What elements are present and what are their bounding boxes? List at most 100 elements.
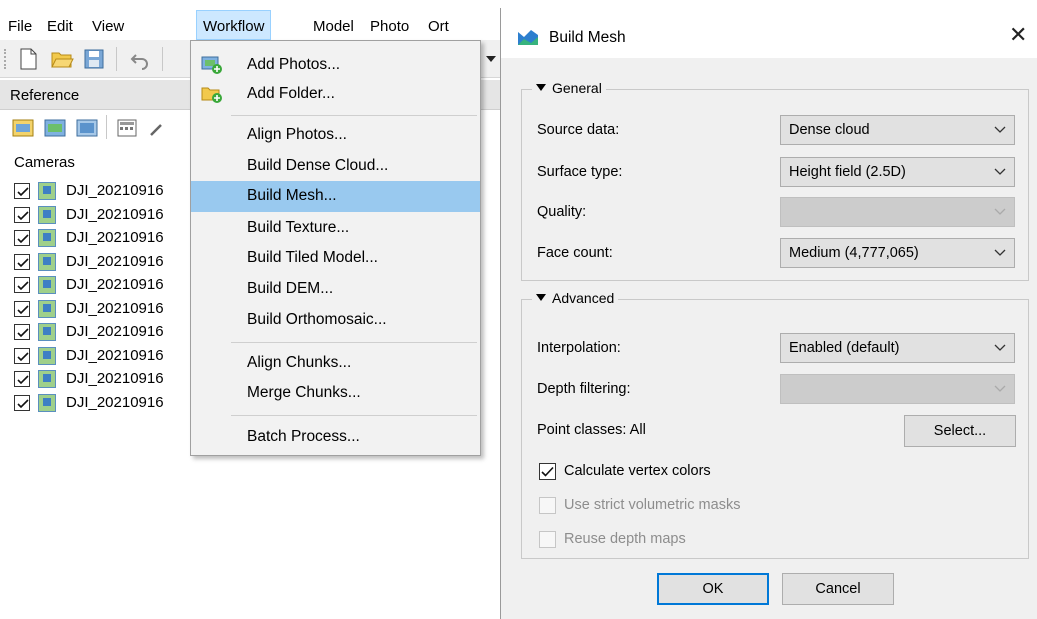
menu-item-label: Build Orthomosaic... <box>247 311 387 328</box>
menu-separator <box>231 415 477 416</box>
menu-item-add-folder[interactable]: Add Folder... <box>191 79 480 110</box>
menu-view[interactable]: View <box>92 18 124 35</box>
menu-item-merge-chunks[interactable]: Merge Chunks... <box>191 378 480 409</box>
camera-name: DJI_20210916 <box>66 393 164 411</box>
menu-item-align-photos[interactable]: Align Photos... <box>191 120 480 151</box>
advanced-group: Advanced Interpolation: Enabled (default… <box>521 290 1029 559</box>
dialog-title: Build Mesh <box>549 29 626 46</box>
camera-row[interactable]: DJI_20210916 <box>14 251 214 275</box>
camera-row[interactable]: DJI_20210916 <box>14 227 214 251</box>
close-icon[interactable]: ✕ <box>1009 22 1027 48</box>
camera-row[interactable]: DJI_20210916 <box>14 298 214 322</box>
menu-ortho[interactable]: Ort <box>428 18 449 35</box>
open-folder-icon[interactable] <box>50 47 74 71</box>
calculator-icon[interactable] <box>116 118 138 138</box>
menu-item-build-orthomosaic[interactable]: Build Orthomosaic... <box>191 305 480 336</box>
collapse-triangle-icon <box>536 294 546 301</box>
camera-row[interactable]: DJI_20210916 <box>14 274 214 298</box>
face-count-label: Face count: <box>537 245 613 261</box>
export-reference-icon[interactable] <box>44 118 66 138</box>
camera-checkbox[interactable] <box>14 230 30 246</box>
interpolation-value: Enabled (default) <box>789 340 900 356</box>
toolbar-grip[interactable] <box>4 49 7 69</box>
convert-reference-icon[interactable] <box>76 118 98 138</box>
camera-checkbox[interactable] <box>14 206 30 223</box>
menu-item-label: Align Photos... <box>247 126 347 143</box>
cancel-button[interactable]: Cancel <box>782 573 894 605</box>
reuse-depth-maps-checkbox[interactable] <box>539 531 556 548</box>
dialog-titlebar[interactable]: Build Mesh ✕ <box>501 8 1037 58</box>
ok-button[interactable]: OK <box>657 573 769 605</box>
advanced-group-legend[interactable]: Advanced <box>532 290 619 306</box>
camera-checkbox[interactable] <box>14 371 30 387</box>
source-data-select[interactable]: Dense cloud <box>780 115 1015 145</box>
menu-item-build-dense-cloud[interactable]: Build Dense Cloud... <box>191 151 480 182</box>
new-document-icon[interactable] <box>16 47 40 71</box>
camera-checkbox[interactable] <box>14 394 30 411</box>
menu-separator <box>231 115 477 116</box>
interpolation-select[interactable]: Enabled (default) <box>780 333 1015 363</box>
menu-photo[interactable]: Photo <box>370 18 409 35</box>
tools-icon[interactable] <box>148 118 170 138</box>
select-button[interactable]: Select... <box>904 415 1016 447</box>
strict-masks-checkbox[interactable] <box>539 497 556 514</box>
camera-row[interactable]: DJI_20210916 <box>14 180 214 204</box>
menu-item-build-texture[interactable]: Build Texture... <box>191 213 480 244</box>
camera-row[interactable]: DJI_20210916 <box>14 345 214 369</box>
chevron-down-icon <box>994 208 1006 215</box>
menu-item-label: Add Photos... <box>247 56 341 73</box>
menu-item-label: Build Texture... <box>247 219 350 236</box>
camera-row[interactable]: DJI_20210916 <box>14 392 214 416</box>
collapse-triangle-icon <box>536 84 546 91</box>
camera-checkbox[interactable] <box>14 324 30 340</box>
camera-row[interactable]: DJI_20210916 <box>14 368 214 392</box>
calc-vertex-colors-checkbox[interactable] <box>539 463 556 480</box>
menu-separator <box>231 342 477 343</box>
surface-type-select[interactable]: Height field (2.5D) <box>780 157 1015 187</box>
reuse-depth-maps-label: Reuse depth maps <box>564 531 686 547</box>
toolbar-dropdown-arrow-icon[interactable] <box>484 52 498 66</box>
camera-checkbox[interactable] <box>14 253 30 270</box>
camera-checkbox[interactable] <box>14 277 30 293</box>
photo-icon <box>38 370 56 388</box>
photo-icon <box>38 229 56 247</box>
photo-icon <box>38 205 56 224</box>
camera-row[interactable]: DJI_20210916 <box>14 204 214 228</box>
surface-type-value: Height field (2.5D) <box>789 164 906 180</box>
menu-edit[interactable]: Edit <box>47 18 73 35</box>
camera-list: DJI_20210916 DJI_20210916 DJI_20210916 D… <box>14 180 214 415</box>
undo-icon[interactable] <box>128 47 152 71</box>
chevron-down-icon <box>994 385 1006 392</box>
import-reference-icon[interactable] <box>12 118 34 138</box>
menu-item-batch-process[interactable]: Batch Process... <box>191 422 480 453</box>
camera-name: DJI_20210916 <box>66 299 164 317</box>
depth-filtering-label: Depth filtering: <box>537 381 631 397</box>
menu-item-build-tiled-model[interactable]: Build Tiled Model... <box>191 243 480 274</box>
save-icon[interactable] <box>82 47 106 71</box>
menu-item-align-chunks[interactable]: Align Chunks... <box>191 348 480 379</box>
quality-select[interactable] <box>780 197 1015 227</box>
camera-name: DJI_20210916 <box>66 276 164 293</box>
camera-name: DJI_20210916 <box>66 182 164 199</box>
camera-row[interactable]: DJI_20210916 <box>14 321 214 345</box>
workflow-menu: Add Photos... Add Folder... Align Photos… <box>190 40 481 456</box>
camera-checkbox[interactable] <box>14 347 30 364</box>
menu-item-label: Build Mesh... <box>247 187 337 204</box>
menu-item-build-mesh[interactable]: Build Mesh... <box>191 181 480 212</box>
general-group-legend[interactable]: General <box>532 80 606 96</box>
menu-item-label: Build Tiled Model... <box>247 249 378 266</box>
menu-item-add-photos[interactable]: Add Photos... <box>191 50 480 81</box>
camera-checkbox[interactable] <box>14 300 30 317</box>
depth-filtering-select[interactable] <box>780 374 1015 404</box>
camera-name: DJI_20210916 <box>66 229 164 246</box>
photo-icon <box>38 252 56 271</box>
menu-model[interactable]: Model <box>313 18 354 35</box>
menu-workflow[interactable]: Workflow <box>196 10 272 40</box>
menu-file[interactable]: File <box>8 18 32 35</box>
source-data-label: Source data: <box>537 122 620 138</box>
camera-checkbox[interactable] <box>14 183 30 199</box>
face-count-select[interactable]: Medium (4,777,065) <box>780 238 1015 268</box>
menu-item-label: Build Dense Cloud... <box>247 157 389 174</box>
cameras-heading: Cameras <box>14 154 75 171</box>
menu-item-build-dem[interactable]: Build DEM... <box>191 274 480 305</box>
